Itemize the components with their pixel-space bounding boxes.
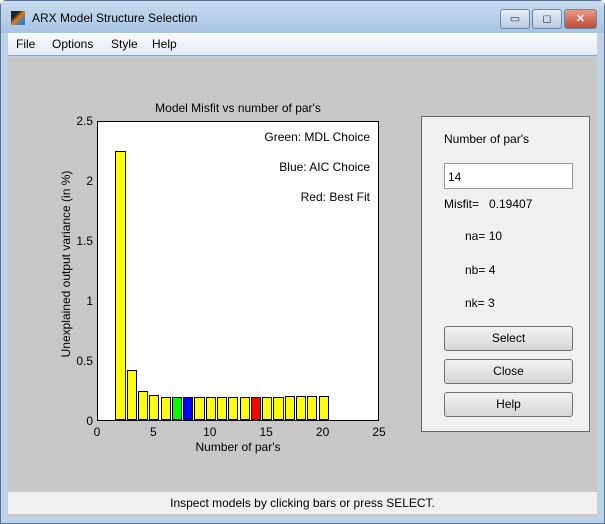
- legend-aic: Blue: AIC Choice: [279, 160, 370, 174]
- maximize-button[interactable]: ◻: [532, 9, 562, 29]
- bar-18[interactable]: [295, 396, 307, 420]
- y-tick-label: 2: [86, 174, 93, 188]
- y-axis-label: Unexplained output variance (in %): [59, 170, 73, 358]
- x-tick-label: 25: [372, 425, 386, 439]
- bar-4[interactable]: [138, 391, 149, 420]
- menu-style[interactable]: Style: [111, 37, 138, 51]
- minimize-button[interactable]: ▭: [500, 9, 530, 29]
- title-bar: ARX Model Structure Selection ▭ ◻ ✕: [1, 1, 604, 33]
- nb-value: nb= 4: [465, 263, 496, 277]
- chart-title: Model Misfit vs number of par's: [155, 101, 321, 115]
- bar-5[interactable]: [149, 394, 160, 420]
- bar-16[interactable]: [273, 396, 284, 420]
- selection-panel: Number of par's 14 Misfit= 0.19407 na= 1…: [421, 116, 590, 432]
- help-button[interactable]: Help: [444, 392, 573, 417]
- bar-12[interactable]: [228, 396, 239, 420]
- bar-2[interactable]: [115, 151, 126, 420]
- num-pars-input[interactable]: 14: [444, 163, 573, 189]
- menu-help[interactable]: Help: [152, 37, 177, 51]
- num-pars-heading: Number of par's: [444, 132, 529, 146]
- y-tick-label: 2.5: [76, 114, 93, 128]
- select-button[interactable]: Select: [444, 326, 573, 351]
- bar-7[interactable]: [171, 396, 183, 420]
- y-tick-label: 1: [86, 294, 93, 308]
- na-value: na= 10: [465, 229, 503, 243]
- figure-area: Model Misfit vs number of par's Unexplai…: [8, 57, 597, 517]
- bar-9[interactable]: [194, 396, 205, 420]
- x-tick-label: 15: [259, 425, 273, 439]
- y-tick-label: 0: [86, 414, 93, 428]
- x-tick-label: 5: [150, 425, 157, 439]
- legend-mdl: Green: MDL Choice: [264, 130, 370, 144]
- misfit-value: 0.19407: [489, 197, 533, 211]
- misfit-label: Misfit=: [444, 197, 480, 211]
- bar-3[interactable]: [126, 369, 137, 420]
- close-button[interactable]: Close: [444, 359, 573, 384]
- x-tick-label: 20: [315, 425, 330, 439]
- bar-20[interactable]: [318, 396, 329, 420]
- status-bar: Inspect models by clicking bars or press…: [8, 492, 597, 514]
- bar-6[interactable]: [160, 396, 171, 420]
- nk-value: nk= 3: [465, 296, 495, 310]
- legend-best: Red: Best Fit: [300, 190, 370, 204]
- x-axis-label: Number of par's: [195, 440, 281, 454]
- matlab-icon: [11, 11, 25, 25]
- bar-17[interactable]: [284, 396, 295, 420]
- bar-8[interactable]: [183, 396, 194, 420]
- plot-axes[interactable]: Green: MDL Choice Blue: AIC Choice Red: …: [97, 121, 379, 421]
- bar-19[interactable]: [307, 396, 318, 420]
- bar-13[interactable]: [239, 396, 250, 420]
- close-window-button[interactable]: ✕: [564, 9, 597, 29]
- y-tick-label: 0.5: [76, 354, 93, 368]
- menu-bar: File Options Style Help: [8, 33, 597, 56]
- bar-11[interactable]: [217, 396, 228, 420]
- menu-options[interactable]: Options: [52, 37, 93, 51]
- menu-file[interactable]: File: [16, 37, 35, 51]
- x-tick-label: 10: [203, 425, 217, 439]
- bar-14[interactable]: [250, 396, 261, 420]
- window: ARX Model Structure Selection ▭ ◻ ✕ File…: [0, 0, 605, 524]
- window-title: ARX Model Structure Selection: [32, 11, 198, 25]
- bar-15[interactable]: [262, 396, 273, 420]
- y-tick-label: 1.5: [76, 234, 93, 248]
- bar-10[interactable]: [205, 396, 216, 420]
